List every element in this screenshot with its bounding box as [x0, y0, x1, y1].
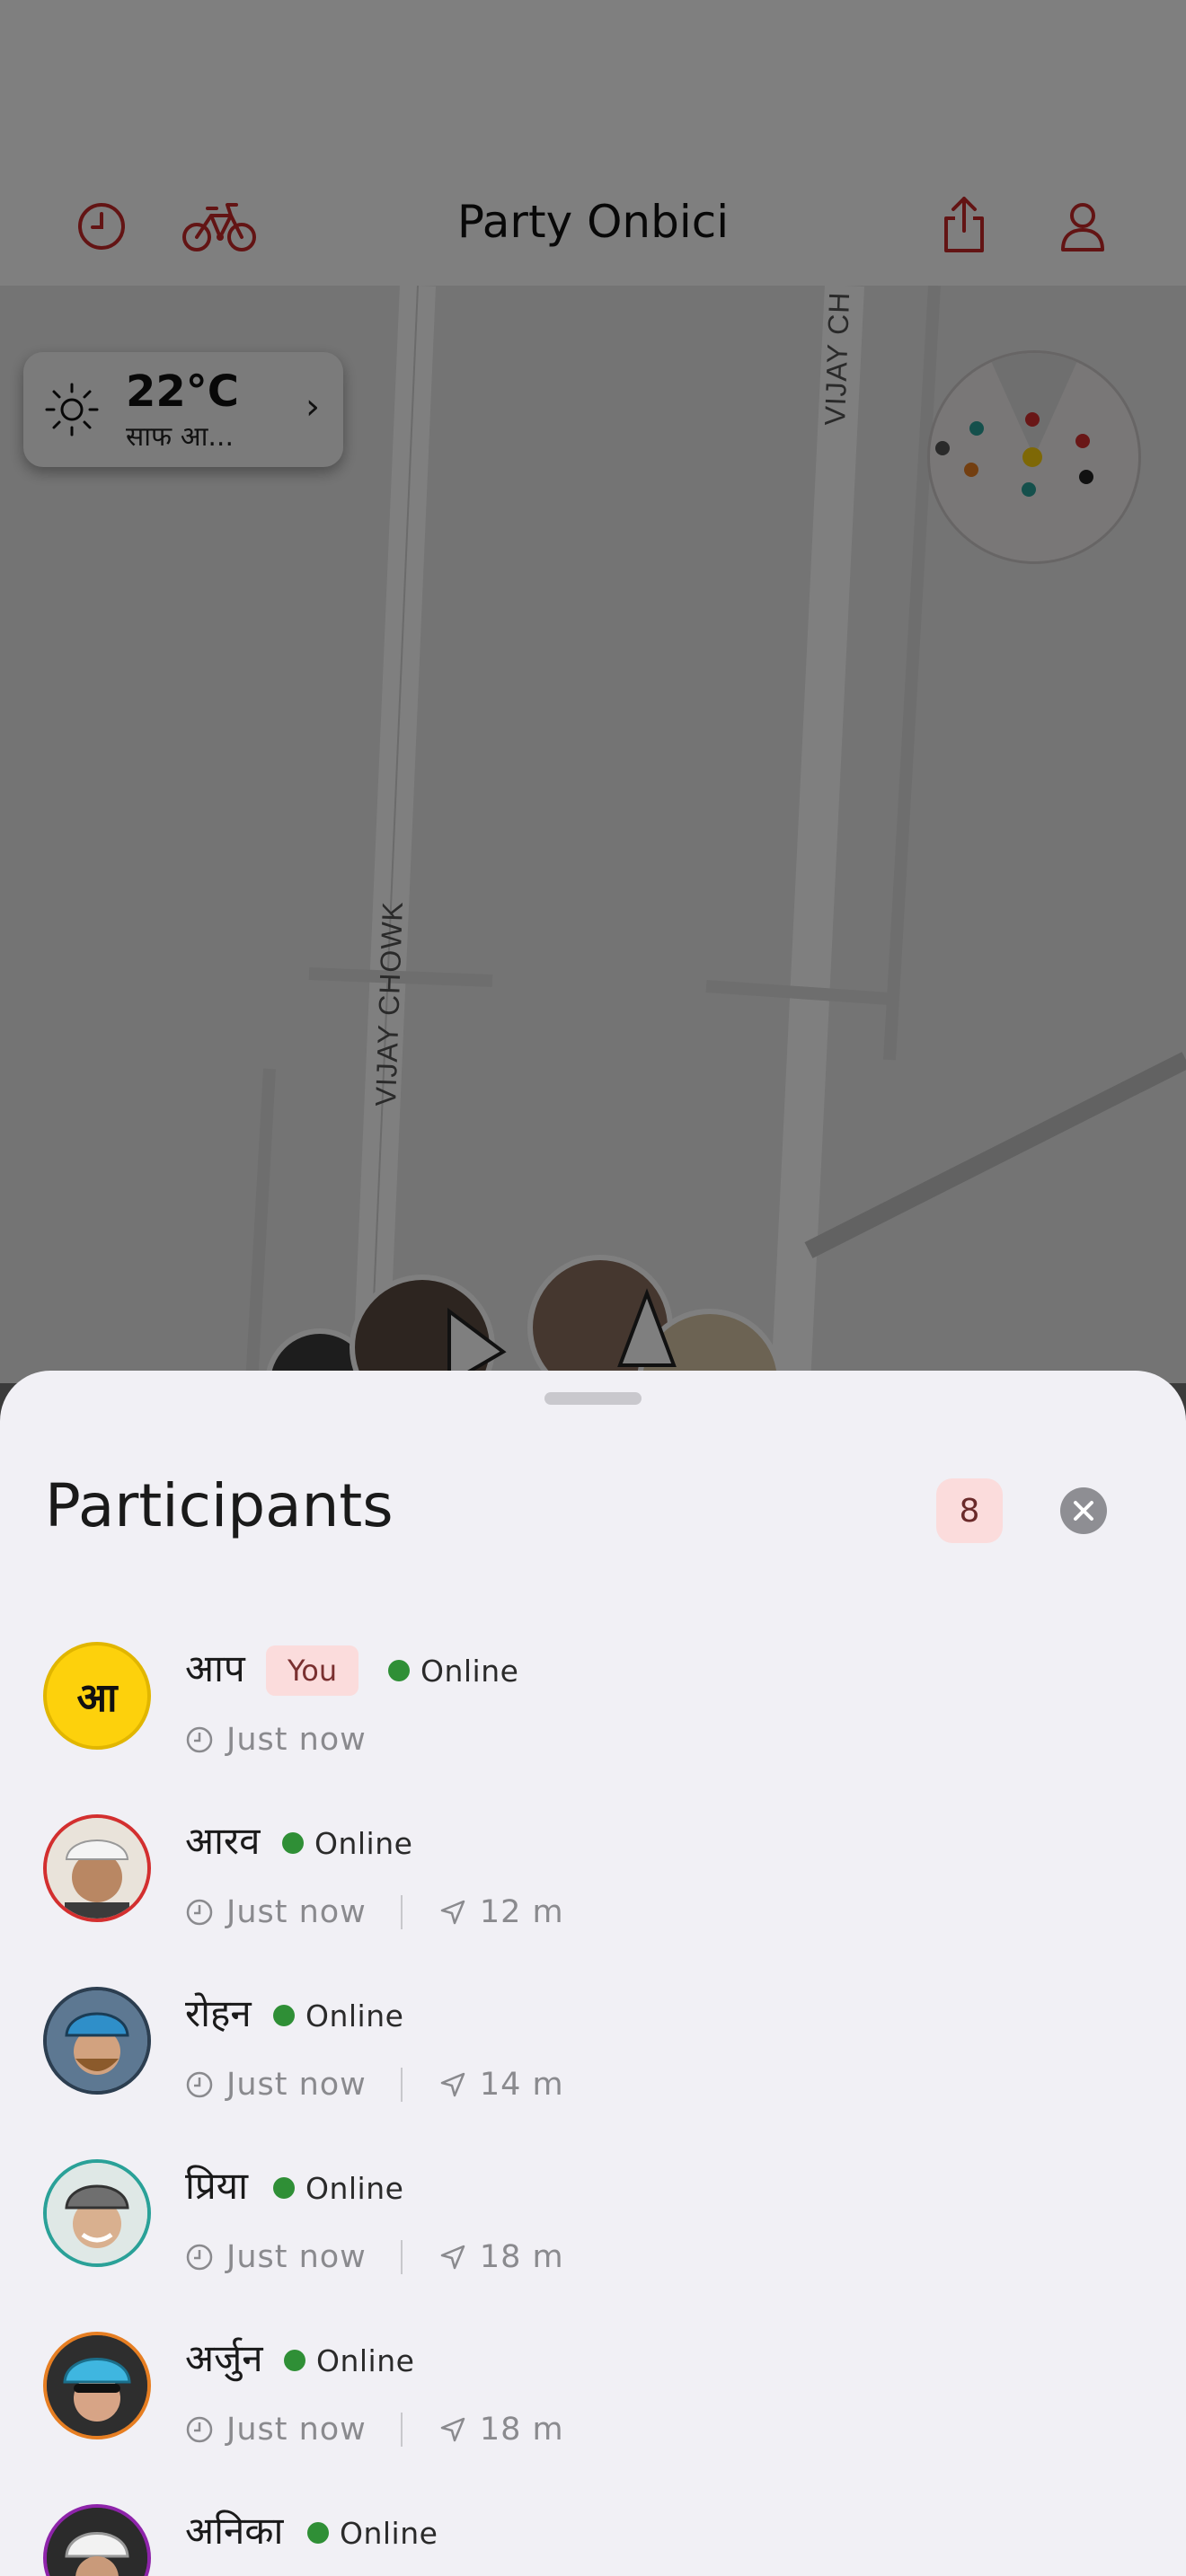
participant-name: आरव	[185, 1819, 261, 1863]
divider	[400, 2413, 403, 2447]
clock-icon	[186, 1899, 213, 1926]
close-icon	[1074, 1501, 1093, 1521]
last-seen: Just now	[226, 2239, 367, 2275]
list-item[interactable]: आ आप You Online Just now	[0, 1642, 1186, 1814]
participant-name: अनिका	[185, 2509, 284, 2553]
sheet-title: Participants	[45, 1471, 394, 1540]
list-item[interactable]: प्रिया Online Just now 18 m	[0, 2159, 1186, 2332]
list-item[interactable]: रोहन Online Just now 14 m	[0, 1987, 1186, 2159]
online-dot-icon	[388, 1660, 410, 1681]
navigation-arrow-icon	[440, 2072, 465, 2097]
clock-icon	[186, 2244, 213, 2271]
status-badge: Online	[388, 1645, 518, 1696]
status-label: Online	[305, 1998, 404, 2033]
last-seen: Just now	[226, 1894, 367, 1930]
divider	[400, 2240, 403, 2274]
status-badge: Online	[284, 2335, 414, 2386]
distance: 12 m	[479, 1894, 564, 1930]
participants-sheet: Participants 8 आ आप You Online Just now …	[0, 1371, 1186, 2576]
list-item[interactable]: आरव Online Just now 12 m	[0, 1814, 1186, 1987]
online-dot-icon	[282, 1832, 304, 1854]
participant-name: रोहन	[185, 1991, 252, 2035]
status-badge: Online	[282, 1818, 412, 1868]
list-item[interactable]: अनिका Online	[0, 2504, 1186, 2576]
participant-name: प्रिया	[185, 2164, 249, 2208]
avatar	[43, 2159, 151, 2267]
online-dot-icon	[273, 2177, 295, 2199]
participant-name: आप	[185, 1646, 245, 1690]
divider	[400, 1895, 403, 1929]
online-dot-icon	[284, 2350, 305, 2371]
participant-count-badge: 8	[936, 1478, 1003, 1543]
avatar	[43, 2332, 151, 2439]
online-dot-icon	[273, 2005, 295, 2026]
participant-meta: Just now	[185, 1717, 367, 1762]
participant-meta: Just now 18 m	[185, 2407, 564, 2452]
participant-meta: Just now 18 m	[185, 2235, 564, 2280]
status-label: Online	[314, 1825, 413, 1861]
status-label: Online	[420, 1653, 519, 1689]
avatar	[43, 1987, 151, 2095]
clock-icon	[186, 1726, 213, 1753]
status-label: Online	[340, 2515, 438, 2551]
last-seen: Just now	[226, 2412, 367, 2448]
avatar: आ	[43, 1642, 151, 1750]
navigation-arrow-icon	[440, 2245, 465, 2270]
navigation-arrow-icon	[440, 2417, 465, 2442]
distance: 14 m	[479, 2067, 564, 2103]
navigation-arrow-icon	[440, 1900, 465, 1925]
online-dot-icon	[307, 2522, 329, 2544]
status-label: Online	[316, 2342, 415, 2378]
participant-name: अर्जुन	[185, 2336, 263, 2380]
distance: 18 m	[479, 2412, 564, 2448]
status-badge: Online	[307, 2508, 438, 2558]
avatar	[43, 2504, 151, 2576]
status-badge: Online	[273, 2163, 403, 2213]
last-seen: Just now	[226, 1722, 367, 1758]
clock-icon	[186, 2071, 213, 2098]
clock-icon	[186, 2416, 213, 2443]
you-badge: You	[266, 1645, 359, 1696]
divider	[400, 2068, 403, 2102]
participant-meta: Just now 12 m	[185, 1890, 564, 1935]
avatar	[43, 1814, 151, 1922]
status-badge: Online	[273, 1990, 403, 2041]
status-label: Online	[305, 2170, 404, 2206]
list-item[interactable]: अर्जुन Online Just now 18 m	[0, 2332, 1186, 2504]
participant-meta: Just now 14 m	[185, 2062, 564, 2107]
distance: 18 m	[479, 2239, 564, 2275]
sheet-grabber[interactable]	[544, 1392, 642, 1405]
close-button[interactable]	[1060, 1487, 1107, 1534]
last-seen: Just now	[226, 2067, 367, 2103]
